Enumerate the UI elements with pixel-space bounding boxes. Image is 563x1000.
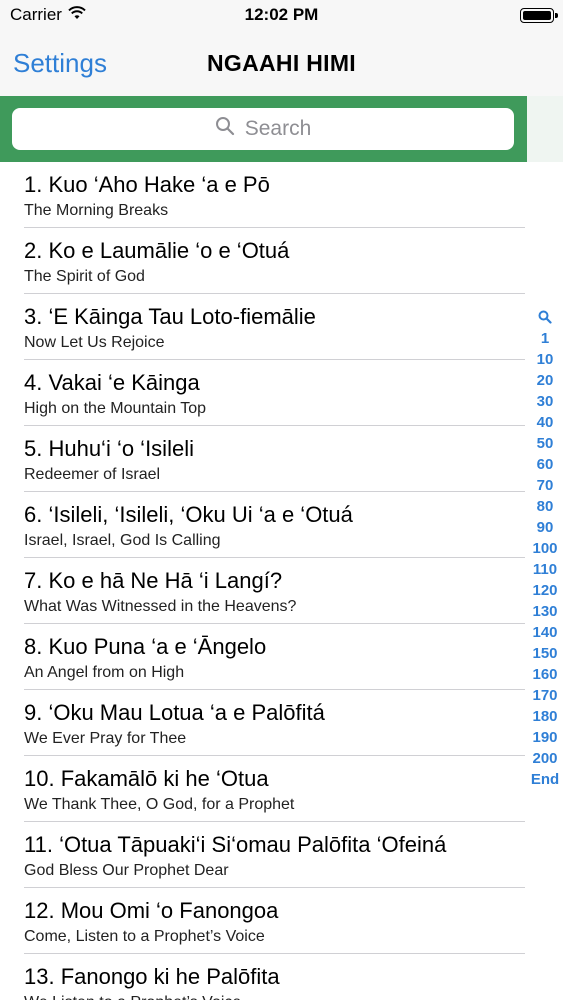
list-item[interactable]: 1. Kuo ‘Aho Hake ‘a e Pō The Morning Brea… (0, 162, 527, 228)
hymn-title: 8. Kuo Puna ‘a e ‘Āngelo (24, 634, 267, 659)
list-item[interactable]: 8. Kuo Puna ‘a e ‘Āngelo An Angel from on… (0, 624, 527, 690)
list-item[interactable]: 3. ‘E Kāinga Tau Loto-fiemālie Now Let Us… (0, 294, 527, 360)
index-item[interactable]: 110 (533, 559, 557, 580)
index-item[interactable]: 1 (541, 328, 549, 349)
index-item[interactable]: 200 (532, 748, 557, 769)
search-input[interactable]: Search (12, 108, 514, 150)
list-item[interactable]: 9. ‘Oku Mau Lotua ‘a e Palōfitá We Ever P… (0, 690, 527, 756)
hymn-title: 11. ‘Otua Tāpuaki‘i Si‘omau Palōfita ‘Of… (24, 832, 447, 857)
hymn-title: 12. Mou Omi ‘o Fanongoa (24, 898, 279, 923)
hymn-subtitle: Redeemer of Israel (24, 466, 161, 483)
hymn-title: 13. Fanongo ki he Palōfita (24, 964, 280, 989)
hymn-subtitle: High on the Mountain Top (24, 400, 207, 417)
index-item[interactable]: 140 (532, 622, 557, 643)
hymn-title: 7. Ko e hā Ne Hā ‘i Langí? (24, 568, 283, 593)
hymn-subtitle: What Was Witnessed in the Heavens? (24, 598, 297, 615)
hymn-subtitle: Israel, Israel, God Is Calling (24, 532, 221, 549)
section-index[interactable]: 1 10 20 30 40 50 60 70 80 90 100 110 120 130 140 150 160… (527, 305, 563, 790)
index-item[interactable]: 10 (537, 349, 554, 370)
hymn-title: 3. ‘E Kāinga Tau Loto-fiemālie (24, 304, 316, 329)
index-item[interactable]: 190 (532, 727, 557, 748)
index-item[interactable]: 90 (537, 517, 554, 538)
list-item[interactable]: 5. Huhu‘i ‘o ‘Isileli Redeemer of Israel (0, 426, 527, 492)
index-item[interactable]: 80 (537, 496, 554, 517)
hymn-list[interactable]: 1. Kuo ‘Aho Hake ‘a e Pō The Morning Brea… (0, 162, 527, 1000)
hymn-subtitle: We Ever Pray for Thee (24, 730, 187, 747)
hymn-subtitle: An Angel from on High (24, 664, 185, 681)
navigation-bar: Settings NGAAHI HIMI (0, 32, 563, 96)
index-header-area (527, 96, 563, 162)
index-search-icon[interactable] (538, 305, 552, 328)
index-item[interactable]: 120 (532, 580, 557, 601)
index-item[interactable]: 60 (537, 454, 554, 475)
hymn-title: 2. Ko e Laumālie ‘o e ‘Otuá (24, 238, 290, 263)
list-item[interactable]: 12. Mou Omi ‘o Fanongoa Come, Listen to a… (0, 888, 527, 954)
hymn-title: 10. Fakamālō ki he ‘Otua (24, 766, 269, 791)
index-item[interactable]: 170 (532, 685, 557, 706)
hymn-title: 5. Huhu‘i ‘o ‘Isileli (24, 436, 194, 461)
hymn-title: 6. ‘Isileli, ‘Isileli, ‘Oku Ui ‘a e ‘Otu… (24, 502, 353, 527)
list-item[interactable]: 6. ‘Isileli, ‘Isileli, ‘Oku Ui ‘a e ‘Otu… (0, 492, 527, 558)
list-item[interactable]: 11. ‘Otua Tāpuaki‘i Si‘omau Palōfita ‘Of… (0, 822, 527, 888)
index-item[interactable]: 50 (537, 433, 554, 454)
index-item[interactable]: 150 (532, 643, 557, 664)
hymn-title: 1. Kuo ‘Aho Hake ‘a e Pō (24, 172, 270, 197)
index-item[interactable]: 130 (532, 601, 557, 622)
hymn-subtitle: Come, Listen to a Prophet’s Voice (24, 928, 265, 945)
battery-icon (520, 8, 558, 23)
hymn-subtitle: Now Let Us Rejoice (24, 334, 165, 351)
search-placeholder: Search (244, 117, 312, 140)
status-time: 12:02 PM (244, 5, 319, 24)
status-bar: Carrier 12:02 PM (0, 0, 563, 32)
index-item[interactable]: 100 (532, 538, 557, 559)
battery-level (523, 11, 551, 20)
list-item[interactable]: 4. Vakai ‘e Kāinga High on the Mountain T… (0, 360, 527, 426)
index-item[interactable]: 160 (532, 664, 557, 685)
hymn-subtitle: The Morning Breaks (24, 202, 169, 219)
hymn-subtitle: The Spirit of God (24, 268, 145, 285)
search-icon (215, 116, 235, 142)
hymn-subtitle: We Listen to a Prophet’s Voice (24, 994, 241, 1000)
hymn-title: 9. ‘Oku Mau Lotua ‘a e Palōfitá (24, 700, 325, 725)
index-item[interactable]: 20 (537, 370, 554, 391)
index-item[interactable]: 180 (532, 706, 557, 727)
hymn-subtitle: God Bless Our Prophet Dear (24, 862, 229, 879)
index-item[interactable]: 70 (537, 475, 554, 496)
index-item[interactable]: 40 (537, 412, 554, 433)
search-bar: Search (0, 96, 527, 162)
list-item[interactable]: 7. Ko e hā Ne Hā ‘i Langí? What Was Witne… (0, 558, 527, 624)
hymn-subtitle: We Thank Thee, O God, for a Prophet (24, 796, 295, 813)
page-title: NGAAHI HIMI (207, 50, 356, 76)
list-item[interactable]: 2. Ko e Laumālie ‘o e ‘Otuá The Spirit of… (0, 228, 527, 294)
list-item[interactable]: 13. Fanongo ki he Palōfita We Listen to a… (0, 954, 527, 1000)
hymn-title: 4. Vakai ‘e Kāinga (24, 370, 200, 395)
index-item[interactable]: 30 (537, 391, 554, 412)
list-item[interactable]: 10. Fakamālō ki he ‘Otua We Thank Thee, O… (0, 756, 527, 822)
index-item[interactable]: End (531, 769, 559, 790)
